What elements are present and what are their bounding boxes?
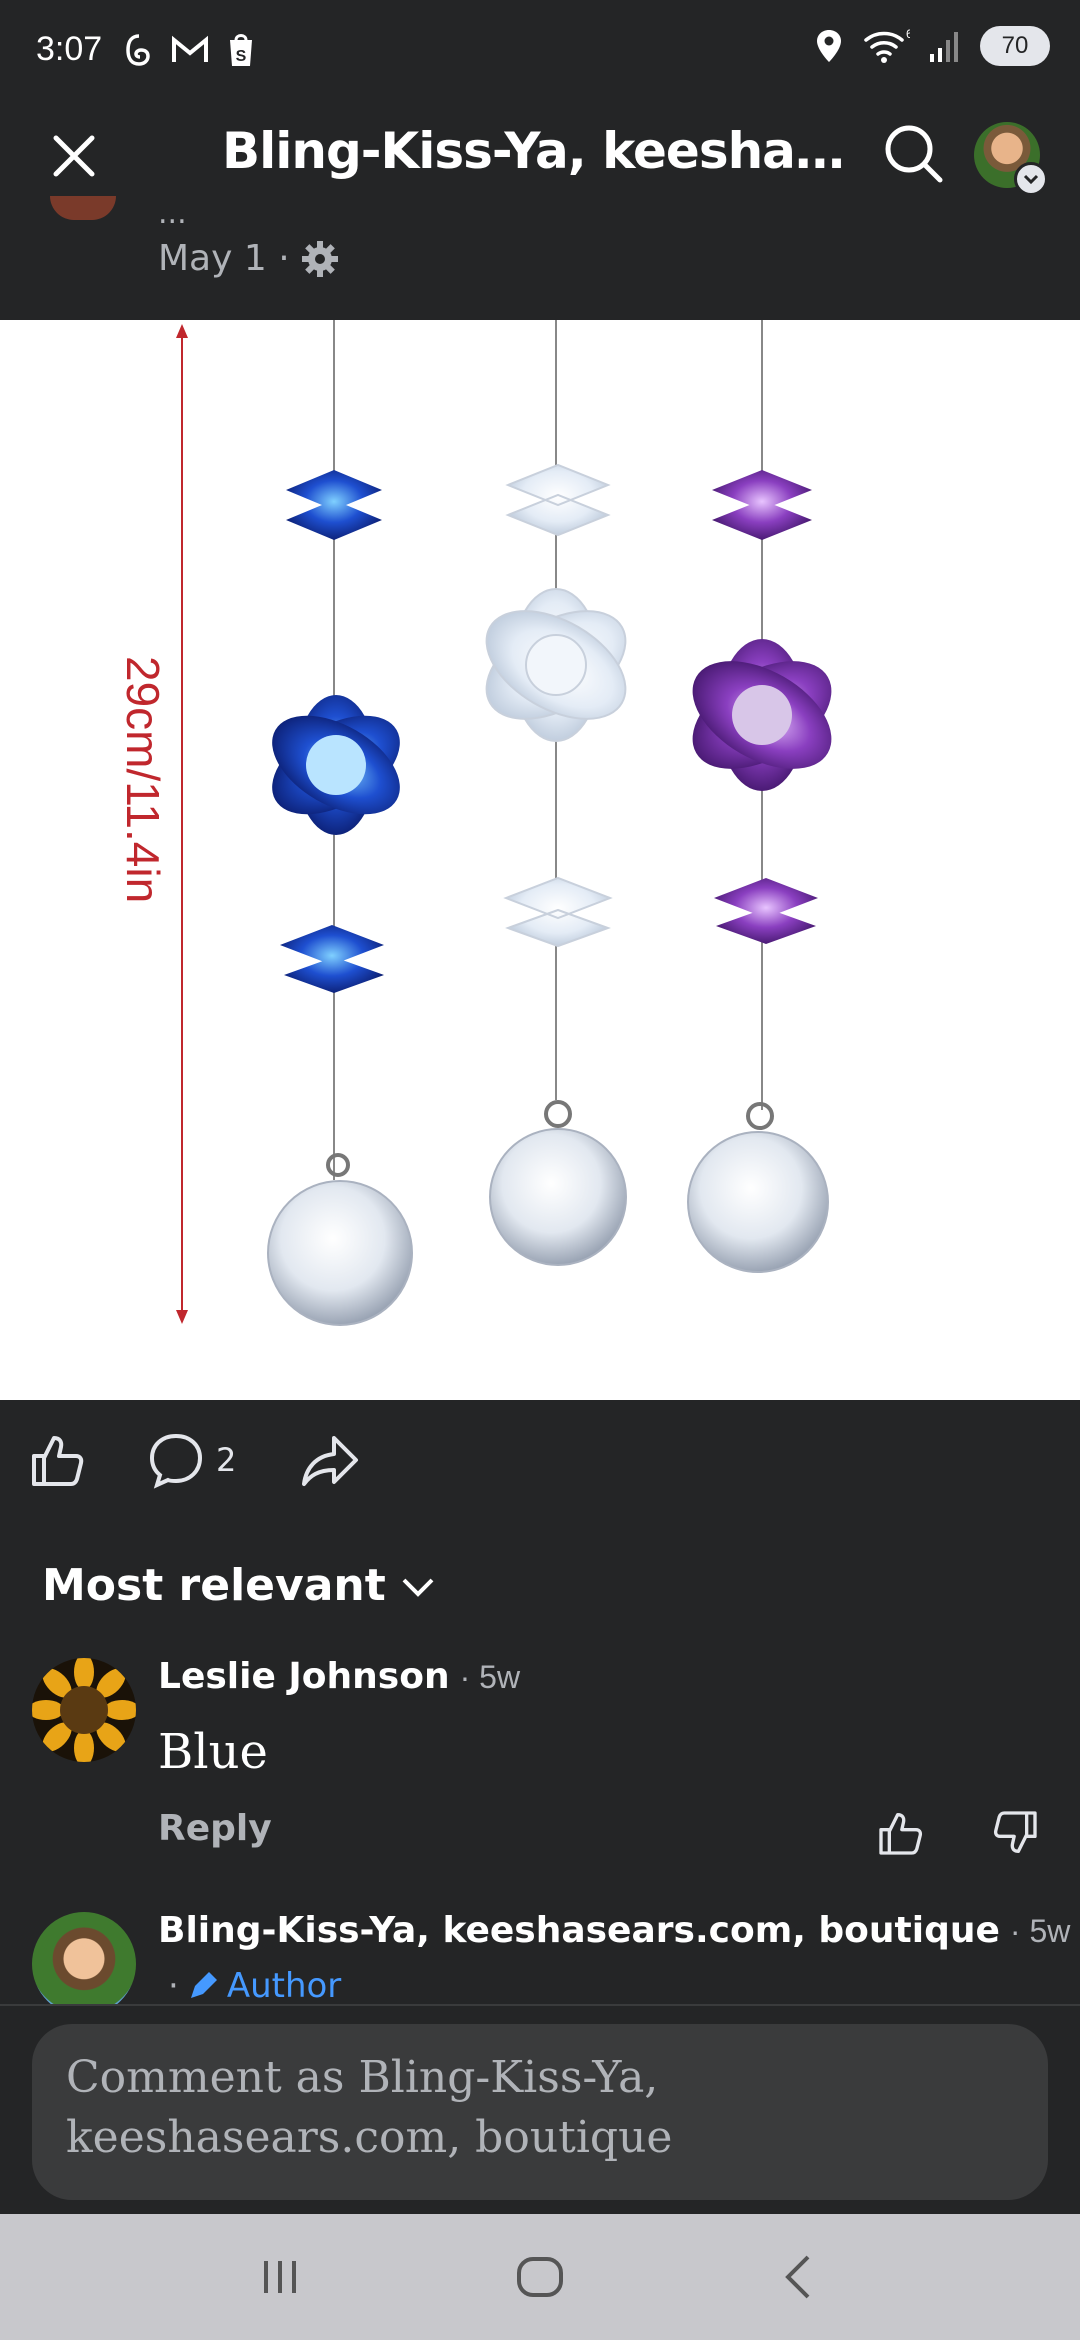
system-icons: 6 70 (814, 26, 1050, 66)
commenter-avatar[interactable] (32, 1658, 136, 1762)
post-date: May 1 · (158, 238, 290, 279)
gear-icon[interactable] (300, 239, 340, 279)
like-icon[interactable] (28, 1430, 88, 1490)
measurement-line (176, 324, 188, 1324)
profile-avatar[interactable] (974, 122, 1048, 196)
comment-text: Blue (158, 1724, 268, 1780)
status-bar: 3:07 S 6 70 (0, 0, 1080, 100)
comment-item: Bling-Kiss-Ya, keeshasears.com, boutique… (0, 1910, 1080, 2004)
commenter-name[interactable]: Leslie Johnson (158, 1656, 450, 1697)
pencil-icon (190, 1972, 217, 1998)
post-author-avatar[interactable] (50, 196, 116, 220)
home-icon[interactable] (510, 2247, 570, 2307)
gmail-icon (172, 35, 208, 62)
svg-text:6: 6 (906, 28, 910, 41)
back-icon[interactable] (770, 2247, 830, 2307)
chevron-down-icon (402, 1578, 434, 1597)
recent-apps-icon[interactable] (250, 2247, 310, 2307)
post-author-ellipsis: ... (158, 196, 187, 231)
author-badge-label: Author (226, 1966, 342, 2006)
wifi-icon: 6 (864, 28, 910, 63)
reply-button[interactable]: Reply (158, 1808, 272, 1849)
location-icon (817, 30, 841, 62)
signal-icon (930, 32, 958, 62)
system-navigation-bar (0, 2214, 1080, 2340)
comment-composer: Comment as Bling-Kiss-Ya, keeshasears.co… (0, 2004, 1080, 2214)
app-header: Bling-Kiss-Ya, keeshase... (0, 100, 1080, 210)
threads-icon (126, 34, 150, 66)
comment-icon (149, 1433, 203, 1489)
thumbs-up-icon[interactable] (876, 1808, 926, 1858)
post-meta: May 1 · (158, 238, 340, 279)
svg-text:S: S (236, 48, 247, 65)
battery-indicator: 70 (980, 26, 1050, 66)
thumbs-down-icon[interactable] (990, 1808, 1040, 1858)
comment-sort-dropdown[interactable]: Most relevant (42, 1560, 436, 1611)
share-icon[interactable] (300, 1430, 360, 1490)
size-label: 29cm/11.4in (117, 656, 169, 904)
post-image[interactable]: 29cm/11.4in (0, 320, 1080, 1400)
author-badge-separator: · (168, 1966, 179, 2006)
comment-count: 2 (216, 1441, 237, 1479)
comment-button[interactable]: 2 (146, 1430, 236, 1490)
chevron-down-icon (1014, 162, 1048, 196)
sort-label: Most relevant (42, 1560, 386, 1611)
author-badge: · Author (168, 1966, 341, 2006)
search-icon[interactable] (880, 120, 946, 186)
post-action-bar: 2 (0, 1400, 1080, 1520)
close-icon[interactable] (44, 126, 104, 186)
status-time: 3:07 (36, 30, 103, 68)
blue-suncatcher (267, 470, 413, 1326)
comment-item: Leslie Johnson · 5w Blue Reply (0, 1650, 1080, 1880)
shopify-icon: S (230, 34, 252, 66)
comment-time: · 5w (459, 1659, 521, 1695)
comment-time: · 5w (1009, 1913, 1071, 1949)
page-title: Bling-Kiss-Ya, keeshase... (222, 122, 852, 180)
comment-header: Bling-Kiss-Ya, keeshasears.com, boutique… (158, 1910, 1070, 1951)
notification-icons: S (122, 30, 258, 70)
comment-input[interactable]: Comment as Bling-Kiss-Ya, keeshasears.co… (32, 2024, 1048, 2200)
commenter-name[interactable]: Bling-Kiss-Ya, keeshasears.com, boutique (158, 1910, 1000, 1951)
author-avatar[interactable] (32, 1912, 136, 2004)
comment-header: Leslie Johnson · 5w (158, 1656, 520, 1697)
